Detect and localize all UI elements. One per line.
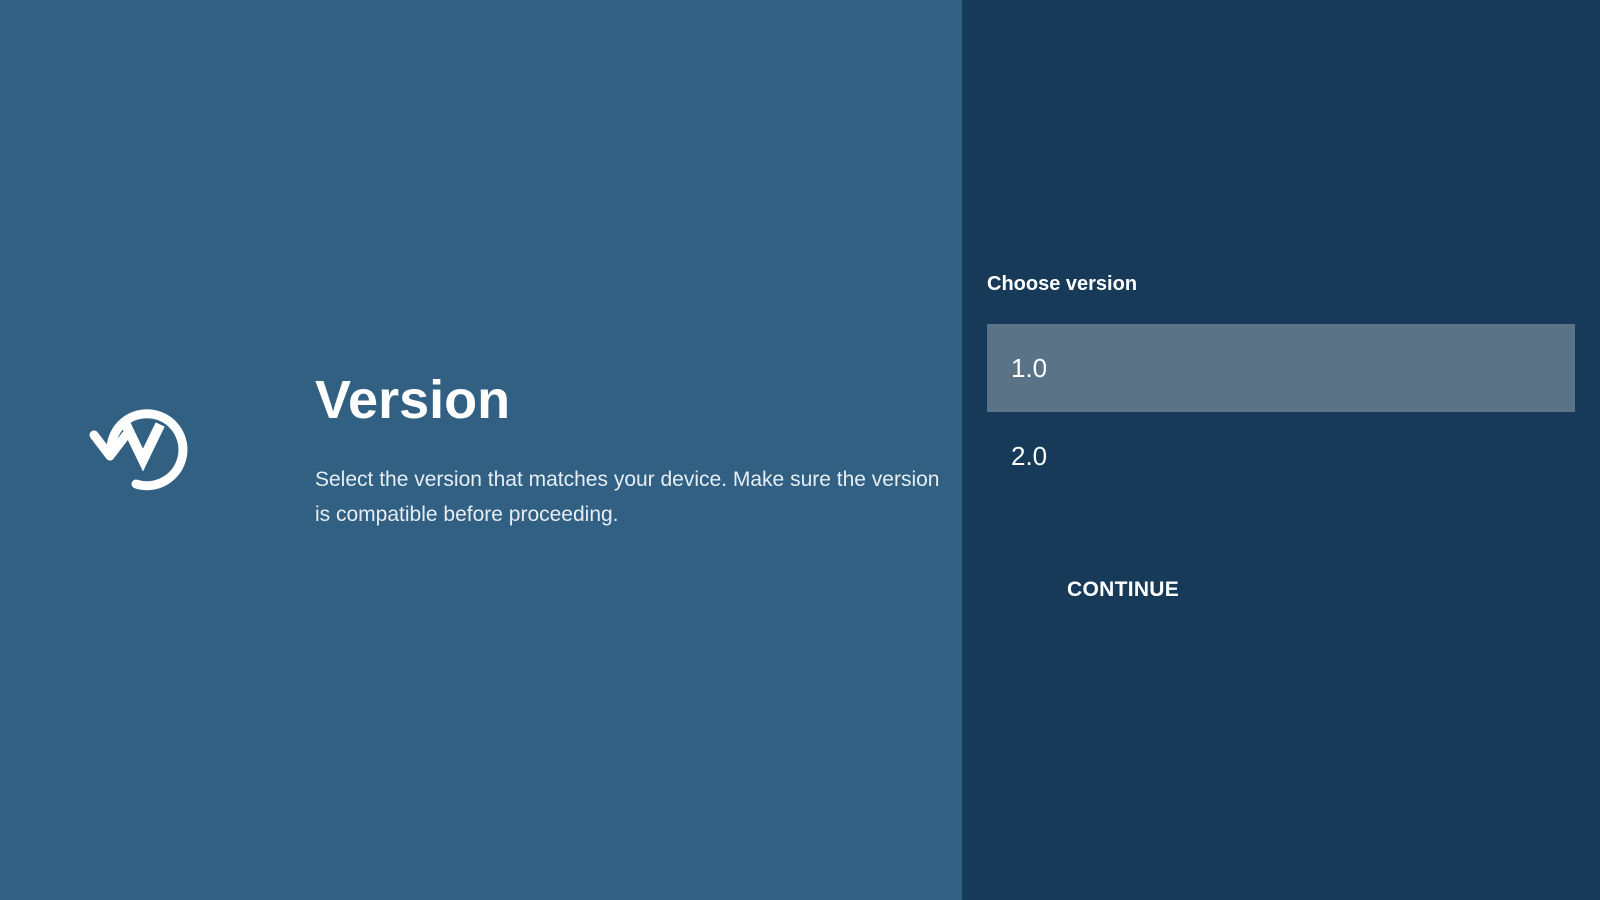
version-option-label: 1.0 [1011,352,1048,383]
version-choice-panel: Choose version 1.0 2.0 CONTINUE [962,0,1600,900]
version-options-list: 1.0 2.0 [987,324,1575,500]
version-selection-screen: Version Select the version that matches … [0,0,1600,900]
page-title: Version [315,370,511,430]
version-restore-icon [89,409,188,491]
version-info-panel: Version Select the version that matches … [0,0,962,900]
choose-version-label: Choose version [987,273,1138,295]
version-option-1-0[interactable]: 1.0 [987,324,1575,412]
version-option-label: 2.0 [1011,440,1048,471]
version-description: Select the version that matches your dev… [315,468,940,526]
continue-button[interactable]: CONTINUE [1067,572,1179,608]
version-option-2-0[interactable]: 2.0 [987,412,1575,500]
